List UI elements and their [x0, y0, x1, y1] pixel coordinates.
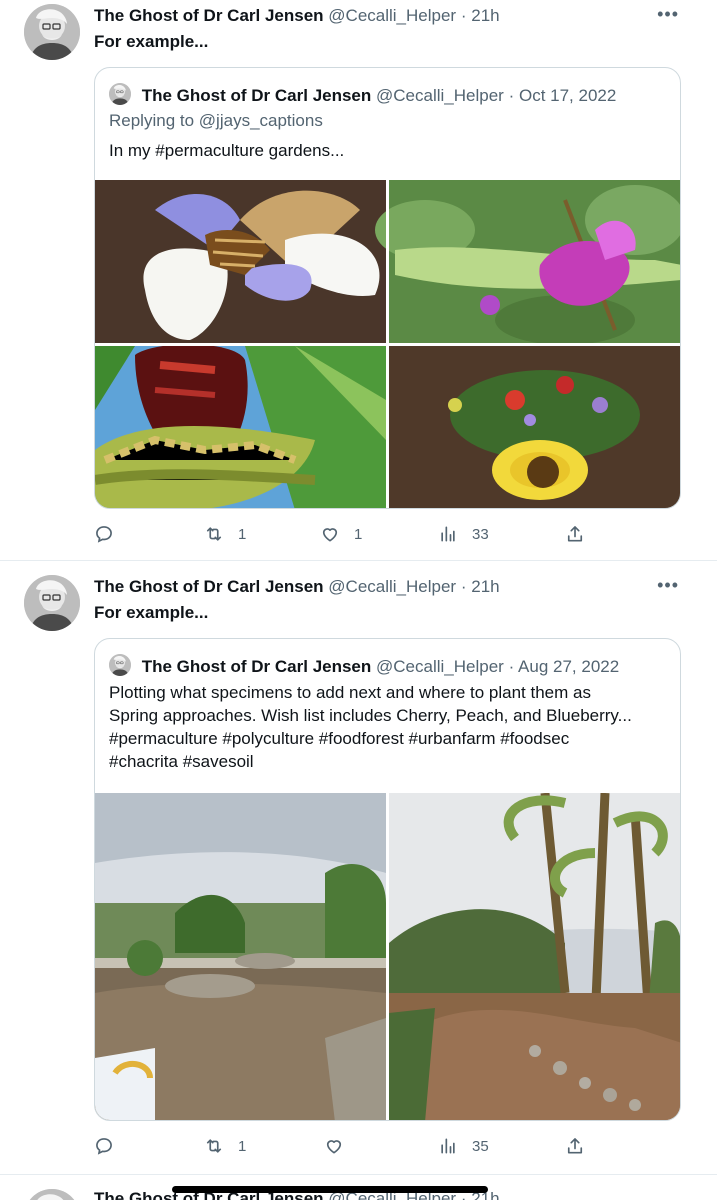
author-name[interactable]: The Ghost of Dr Carl Jensen — [94, 577, 324, 596]
home-indicator[interactable] — [172, 1186, 488, 1193]
heart-icon — [324, 1136, 344, 1156]
separator: · — [508, 657, 515, 676]
more-icon[interactable]: ••• — [657, 575, 679, 596]
views-count: 33 — [472, 525, 489, 543]
quote-header: The Ghost of Dr Carl Jensen @Cecalli_Hel… — [109, 654, 619, 677]
like-count: 1 — [354, 525, 363, 543]
tweet-header: The Ghost of Dr Carl Jensen @Cecalli_Hel… — [94, 6, 500, 26]
media-image-iris[interactable] — [95, 180, 386, 343]
retweet-count: 1 — [238, 1137, 247, 1155]
media-image-garden[interactable] — [389, 793, 681, 1121]
separator: · — [508, 86, 515, 105]
media-grid[interactable] — [95, 793, 681, 1121]
media-grid[interactable] — [95, 180, 681, 509]
quote-text-line: #permaculture #polyculture #foodforest #… — [109, 729, 570, 748]
share-button[interactable] — [565, 524, 585, 544]
views-button[interactable]: 33 — [438, 524, 489, 544]
reply-button[interactable] — [94, 524, 114, 544]
author-handle[interactable]: @Cecalli_Helper — [328, 577, 456, 596]
author-handle[interactable]: @Cecalli_Helper — [328, 6, 456, 25]
tweet-text: For example... — [94, 603, 209, 622]
quote-author-name: The Ghost of Dr Carl Jensen — [141, 86, 372, 105]
like-button[interactable]: 1 — [320, 524, 362, 544]
retweet-button[interactable]: 1 — [204, 1136, 246, 1156]
avatar-image — [24, 1189, 80, 1200]
retweet-count: 1 — [238, 525, 247, 543]
quote-avatar — [109, 654, 131, 676]
like-button[interactable] — [324, 1136, 344, 1156]
quote-text: In my #permaculture gardens... — [109, 141, 345, 160]
views-button[interactable]: 35 — [438, 1136, 489, 1156]
replying-to: Replying to @jjays_captions — [109, 111, 323, 131]
heart-icon — [320, 524, 340, 544]
views-icon — [438, 1136, 458, 1156]
avatar[interactable] — [24, 575, 80, 631]
more-icon[interactable]: ••• — [657, 4, 679, 25]
timestamp[interactable]: 21h — [471, 577, 499, 596]
avatar-image — [24, 4, 80, 60]
views-icon — [438, 524, 458, 544]
quote-text-line: #chacrita #savesoil — [109, 752, 254, 771]
action-bar: 1 1 33 — [94, 524, 594, 548]
share-icon — [565, 524, 585, 544]
quote-avatar — [109, 83, 131, 105]
quote-text: Plotting what specimens to add next and … — [109, 681, 666, 773]
views-count: 35 — [472, 1137, 489, 1155]
timestamp[interactable]: 21h — [471, 6, 499, 25]
quoted-tweet[interactable]: The Ghost of Dr Carl Jensen @Cecalli_Hel… — [94, 638, 681, 1121]
share-icon — [565, 1136, 585, 1156]
replying-to-label: Replying to — [109, 111, 195, 130]
quote-author-name: The Ghost of Dr Carl Jensen — [141, 657, 372, 676]
quote-text-line: Spring approaches. Wish list includes Ch… — [109, 706, 632, 725]
author-name[interactable]: The Ghost of Dr Carl Jensen — [94, 6, 324, 25]
reply-icon — [94, 524, 114, 544]
separator: · — [460, 6, 467, 25]
reply-icon — [94, 1136, 114, 1156]
quote-author-handle: @Cecalli_Helper — [376, 657, 504, 676]
media-image-banana[interactable] — [95, 344, 386, 509]
avatar[interactable] — [24, 1189, 80, 1200]
retweet-icon — [204, 524, 224, 544]
tweet[interactable]: The Ghost of Dr Carl Jensen @Cecalli_Hel… — [0, 0, 717, 561]
tweet[interactable]: The Ghost of Dr Carl Jensen @Cecalli_Hel… — [0, 561, 717, 1175]
avatar-image — [24, 575, 80, 631]
share-button[interactable] — [565, 1136, 585, 1156]
media-image-flower[interactable] — [375, 180, 681, 345]
quote-date: Oct 17, 2022 — [518, 86, 617, 105]
media-image-bouquet[interactable] — [389, 346, 681, 509]
quoted-tweet[interactable]: The Ghost of Dr Carl Jensen @Cecalli_Hel… — [94, 67, 681, 509]
separator: · — [460, 577, 467, 596]
quote-date: Aug 27, 2022 — [518, 657, 620, 676]
avatar[interactable] — [24, 4, 80, 60]
replying-to-handle[interactable]: @jjays_captions — [199, 111, 323, 130]
action-bar: 1 35 — [94, 1136, 594, 1160]
retweet-button[interactable]: 1 — [204, 524, 246, 544]
quote-header: The Ghost of Dr Carl Jensen @Cecalli_Hel… — [109, 83, 616, 106]
retweet-icon — [204, 1136, 224, 1156]
tweet-text: For example... — [94, 32, 209, 51]
tweet-header: The Ghost of Dr Carl Jensen @Cecalli_Hel… — [94, 577, 500, 597]
quote-author-handle: @Cecalli_Helper — [376, 86, 504, 105]
media-image-plot[interactable] — [95, 793, 386, 1121]
reply-button[interactable] — [94, 1136, 114, 1156]
quote-text-line: Plotting what specimens to add next and … — [109, 683, 591, 702]
